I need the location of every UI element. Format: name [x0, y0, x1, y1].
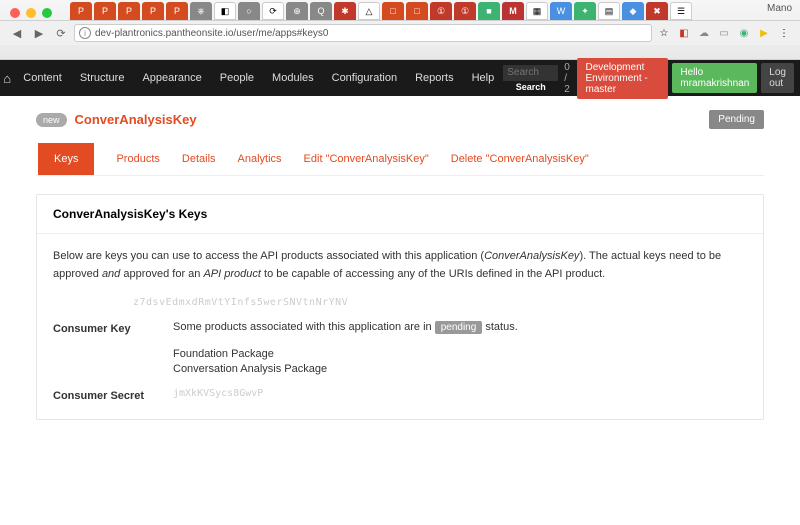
- extension-icon[interactable]: ▶: [756, 25, 772, 41]
- address-bar[interactable]: i dev-plantronics.pantheonsite.io/user/m…: [74, 24, 652, 42]
- browser-tab[interactable]: ◆: [622, 2, 644, 20]
- home-icon[interactable]: ⌂: [0, 71, 14, 86]
- card-body: Below are keys you can use to access the…: [37, 234, 763, 419]
- window-controls: [0, 0, 62, 18]
- admin-menu-reports[interactable]: Reports: [406, 66, 463, 90]
- browser-tab[interactable]: ✱: [334, 2, 356, 20]
- browser-tab[interactable]: ①: [430, 2, 452, 20]
- browser-tab[interactable]: □: [382, 2, 404, 20]
- admin-search-input[interactable]: [503, 65, 558, 81]
- cast-icon[interactable]: ▭: [716, 25, 732, 41]
- browser-tab[interactable]: W: [550, 2, 572, 20]
- tab-delete[interactable]: Delete "ConverAnalysisKey": [451, 143, 589, 175]
- browser-tab[interactable]: ▦: [526, 2, 548, 20]
- address-bar-row: ◀ ▶ ⟳ i dev-plantronics.pantheonsite.io/…: [0, 20, 800, 45]
- logout-button[interactable]: Log out: [761, 63, 794, 93]
- forward-icon[interactable]: ▶: [30, 24, 48, 42]
- user-greeting[interactable]: Hello mramakrishnan: [672, 63, 757, 93]
- extension-icon[interactable]: ◉: [736, 25, 752, 41]
- browser-tab[interactable]: ■: [478, 2, 500, 20]
- browser-tab[interactable]: P: [166, 2, 188, 20]
- browser-tab[interactable]: ⟳: [262, 2, 284, 20]
- package-item: Foundation Package: [173, 347, 747, 362]
- menu-icon[interactable]: ⋮: [776, 25, 792, 41]
- tab-edit[interactable]: Edit "ConverAnalysisKey": [304, 143, 429, 175]
- browser-chrome: P P P P P ⎈ ◧ ○ ⟳ ⊕ Q ✱ △ □ □ ① ① ■ M ▦ …: [0, 0, 800, 60]
- app-tabs: Keys Products Details Analytics Edit "Co…: [36, 143, 764, 176]
- admin-menu-structure[interactable]: Structure: [71, 66, 134, 90]
- pending-chip: pending: [435, 321, 483, 334]
- new-badge: new: [36, 113, 67, 127]
- consumer-key-value: z7dsvEdmxdRmVtYInfs5werSNVtnNrYNV: [133, 295, 747, 311]
- intro-text: Below are keys you can use to access the…: [53, 248, 747, 283]
- browser-tab[interactable]: Q: [310, 2, 332, 20]
- browser-profile[interactable]: Mano: [759, 0, 800, 14]
- browser-tab[interactable]: P: [142, 2, 164, 20]
- browser-tab[interactable]: P: [118, 2, 140, 20]
- browser-tab[interactable]: P: [94, 2, 116, 20]
- url-text: dev-plantronics.pantheonsite.io/user/me/…: [95, 28, 328, 39]
- admin-search-label: Search: [516, 82, 546, 92]
- package-list: Foundation Package Conversation Analysis…: [173, 347, 747, 378]
- browser-tab[interactable]: ⎈: [190, 2, 212, 20]
- star-icon[interactable]: ☆: [656, 25, 672, 41]
- consumer-secret-row: Consumer Secret jmXkKVSycs8GwvP: [53, 386, 747, 406]
- app-title-row: new ConverAnalysisKey Pending: [36, 110, 764, 129]
- admin-toolbar: ⌂ Content Structure Appearance People Mo…: [0, 60, 800, 96]
- tab-analytics[interactable]: Analytics: [238, 143, 282, 175]
- consumer-secret-label: Consumer Secret: [53, 386, 173, 406]
- browser-tab[interactable]: ▤: [598, 2, 620, 20]
- admin-menu-modules[interactable]: Modules: [263, 66, 323, 90]
- status-count: 0 / 2: [564, 62, 573, 95]
- extension-icon[interactable]: ◧: [676, 25, 692, 41]
- admin-menu-configuration[interactable]: Configuration: [323, 66, 406, 90]
- browser-tab[interactable]: ①: [454, 2, 476, 20]
- close-window-icon[interactable]: [10, 8, 20, 18]
- keys-card: ConverAnalysisKey's Keys Below are keys …: [36, 194, 764, 420]
- browser-tab[interactable]: △: [358, 2, 380, 20]
- admin-menu-people[interactable]: People: [211, 66, 263, 90]
- package-item: Conversation Analysis Package: [173, 362, 747, 377]
- environment-badge[interactable]: Development Environment - master: [577, 58, 668, 99]
- back-icon[interactable]: ◀: [8, 24, 26, 42]
- minimize-window-icon[interactable]: [26, 8, 36, 18]
- extension-icon[interactable]: ☁: [696, 25, 712, 41]
- page-content: new ConverAnalysisKey Pending Keys Produ…: [0, 96, 800, 434]
- admin-menu-content[interactable]: Content: [14, 66, 71, 90]
- extension-icons: ☆ ◧ ☁ ▭ ◉ ▶ ⋮: [656, 25, 792, 41]
- consumer-key-label: Consumer Key: [53, 319, 173, 377]
- app-title: ConverAnalysisKey: [75, 112, 197, 127]
- browser-tab[interactable]: ☰: [670, 2, 692, 20]
- browser-tab[interactable]: ○: [238, 2, 260, 20]
- browser-tab[interactable]: P: [70, 2, 92, 20]
- tab-keys[interactable]: Keys: [38, 143, 94, 175]
- site-info-icon[interactable]: i: [79, 27, 91, 39]
- tab-products[interactable]: Products: [116, 143, 159, 175]
- browser-tab[interactable]: ⊕: [286, 2, 308, 20]
- admin-menu: Content Structure Appearance People Modu…: [14, 66, 503, 90]
- browser-tab[interactable]: ✖: [646, 2, 668, 20]
- browser-tab[interactable]: ✦: [574, 2, 596, 20]
- browser-tab[interactable]: ◧: [214, 2, 236, 20]
- admin-menu-help[interactable]: Help: [463, 66, 504, 90]
- browser-tab[interactable]: M: [502, 2, 524, 20]
- reload-icon[interactable]: ⟳: [52, 24, 70, 42]
- consumer-secret-value: jmXkKVSycs8GwvP: [173, 386, 747, 406]
- consumer-key-body: Some products associated with this appli…: [173, 319, 747, 377]
- tab-details[interactable]: Details: [182, 143, 216, 175]
- admin-menu-appearance[interactable]: Appearance: [133, 66, 210, 90]
- consumer-key-row: Consumer Key Some products associated wi…: [53, 319, 747, 377]
- browser-tab[interactable]: □: [406, 2, 428, 20]
- browser-tabs: P P P P P ⎈ ◧ ○ ⟳ ⊕ Q ✱ △ □ □ ① ① ■ M ▦ …: [62, 2, 700, 20]
- status-badge: Pending: [709, 110, 764, 129]
- card-heading: ConverAnalysisKey's Keys: [37, 195, 763, 234]
- maximize-window-icon[interactable]: [42, 8, 52, 18]
